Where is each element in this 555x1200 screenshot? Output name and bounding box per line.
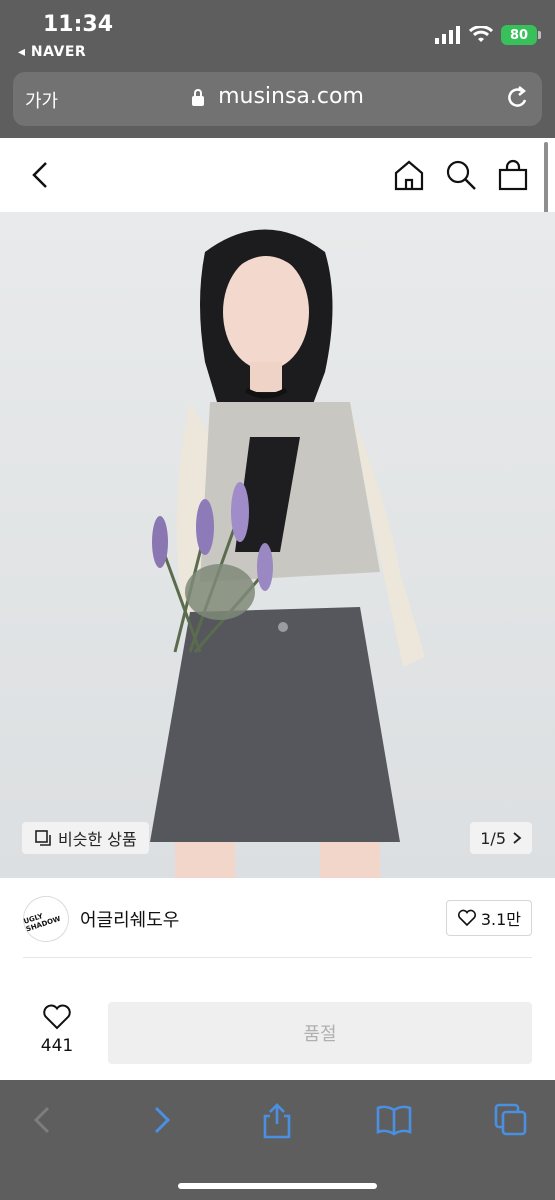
share-icon[interactable] [260, 1102, 294, 1140]
similar-products-label: 비슷한 상품 [58, 830, 137, 849]
tabs-icon[interactable] [493, 1102, 529, 1138]
wifi-icon [469, 26, 493, 42]
back-arrow-icon[interactable] [28, 158, 52, 192]
status-time: 11:34 [43, 12, 114, 37]
search-icon[interactable] [444, 158, 478, 192]
brand-like-count: 3.1만 [480, 910, 521, 929]
wish-button[interactable]: 441 [30, 1004, 84, 1056]
brand-logo[interactable]: UGLY SHADOW [17, 890, 75, 948]
shopping-bag-icon[interactable] [496, 158, 530, 192]
url-text: musinsa.com [218, 84, 364, 109]
brand-row: UGLY SHADOW 어글리쉐도우 3.1만 [0, 878, 555, 958]
image-counter-label: 1/5 [480, 828, 506, 848]
heart-icon [457, 909, 476, 927]
battery-indicator: 80 [501, 25, 541, 45]
back-to-app-link[interactable]: ◂ NAVER [18, 44, 86, 60]
back-icon[interactable] [30, 1102, 54, 1138]
heart-icon [43, 1004, 71, 1030]
address-bar[interactable]: 가가 musinsa.com [13, 72, 542, 126]
status-icons: 80 [435, 24, 541, 46]
product-image[interactable]: 비슷한 상품 1/5 [0, 212, 555, 878]
chevron-right-icon [513, 832, 522, 844]
lock-icon [192, 89, 205, 106]
home-icon[interactable] [392, 158, 426, 192]
browser-top-chrome: 11:34 ◂ NAVER 80 가가 musinsa.com [0, 0, 555, 138]
forward-icon[interactable] [150, 1102, 174, 1138]
bookmarks-icon[interactable] [375, 1102, 413, 1138]
product-photo [150, 229, 425, 878]
reload-icon[interactable] [504, 84, 530, 112]
image-counter[interactable]: 1/5 [470, 822, 532, 854]
soldout-button[interactable]: 품절 [108, 1002, 532, 1064]
signal-icon [435, 26, 460, 44]
wish-count: 441 [40, 1036, 74, 1056]
similar-products-button[interactable]: 비슷한 상품 [22, 822, 149, 854]
brand-like-button[interactable]: 3.1만 [445, 900, 532, 936]
brand-name[interactable]: 어글리쉐도우 [80, 906, 179, 932]
home-indicator [178, 1183, 377, 1189]
divider [23, 957, 532, 958]
safari-toolbar [0, 1080, 555, 1200]
copy-icon [35, 830, 51, 846]
page-header [0, 138, 555, 212]
